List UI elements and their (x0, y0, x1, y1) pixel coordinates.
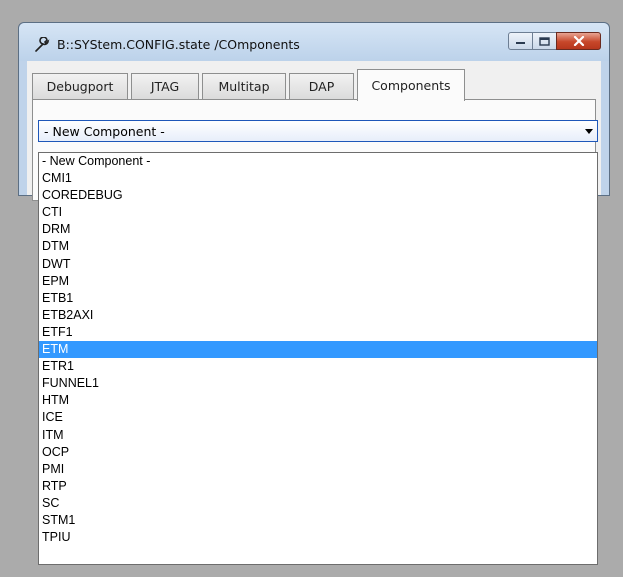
option-drm[interactable]: DRM (39, 221, 597, 238)
chevron-down-icon (585, 128, 593, 134)
option-etf1[interactable]: ETF1 (39, 324, 597, 341)
close-icon (573, 36, 584, 46)
option-tpiu[interactable]: TPIU (39, 529, 597, 546)
option-ice[interactable]: ICE (39, 409, 597, 426)
title-bar[interactable]: B::SYStem.CONFIG.state /COmponents (19, 23, 609, 61)
tab-debugport[interactable]: Debugport (32, 73, 128, 99)
option-rtp[interactable]: RTP (39, 478, 597, 495)
option-dtm[interactable]: DTM (39, 238, 597, 255)
maximize-button[interactable] (532, 32, 557, 50)
option-funnel1[interactable]: FUNNEL1 (39, 375, 597, 392)
component-dropdown-list[interactable]: - New Component - CMI1 COREDEBUG CTI DRM… (38, 152, 598, 565)
wrench-icon (35, 37, 50, 52)
option-coredebug[interactable]: COREDEBUG (39, 187, 597, 204)
option-epm[interactable]: EPM (39, 273, 597, 290)
tab-components[interactable]: Components (357, 69, 465, 101)
option-ocp[interactable]: OCP (39, 444, 597, 461)
component-select[interactable]: - New Component - (38, 120, 598, 142)
option-etm[interactable]: ETM (39, 341, 597, 359)
option-dwt[interactable]: DWT (39, 256, 597, 273)
option-htm[interactable]: HTM (39, 392, 597, 409)
component-select-value: - New Component - (44, 123, 165, 139)
minimize-button[interactable] (508, 32, 533, 50)
caption-buttons (508, 32, 601, 52)
option-etb2axi[interactable]: ETB2AXI (39, 307, 597, 324)
close-button[interactable] (556, 32, 601, 50)
option-cmi1[interactable]: CMI1 (39, 170, 597, 187)
option-sc[interactable]: SC (39, 495, 597, 512)
minimize-icon (516, 42, 525, 44)
option-etb1[interactable]: ETB1 (39, 290, 597, 307)
option-itm[interactable]: ITM (39, 427, 597, 444)
option-stm1[interactable]: STM1 (39, 512, 597, 529)
tab-dap[interactable]: DAP (289, 73, 354, 99)
option-etr1[interactable]: ETR1 (39, 358, 597, 375)
maximize-icon (539, 36, 550, 46)
tab-jtag[interactable]: JTAG (131, 73, 199, 99)
window-title: B::SYStem.CONFIG.state /COmponents (57, 37, 300, 52)
option-pmi[interactable]: PMI (39, 461, 597, 478)
option-new-component[interactable]: - New Component - (39, 153, 597, 170)
tab-multitap[interactable]: Multitap (202, 73, 286, 99)
option-cti[interactable]: CTI (39, 204, 597, 221)
dropdown-arrow-button[interactable] (581, 121, 597, 141)
